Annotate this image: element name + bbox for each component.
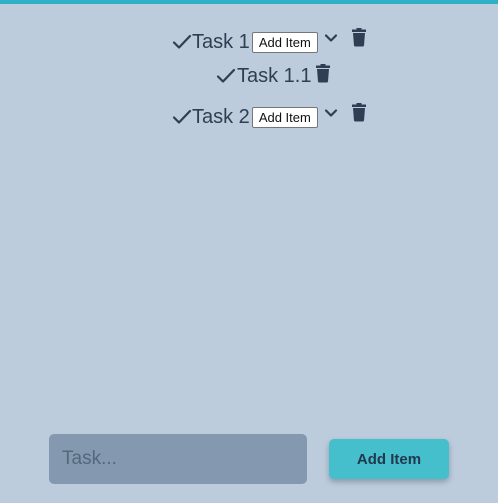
- chevron-down-icon[interactable]: [323, 30, 339, 46]
- task-label: Task 2: [192, 106, 250, 128]
- task-item: Task 1 Add Item: [172, 28, 367, 56]
- task-label: Task 1: [192, 31, 250, 53]
- trash-icon[interactable]: [351, 27, 367, 47]
- trash-icon[interactable]: [351, 102, 367, 122]
- add-subitem-button[interactable]: Add Item: [251, 106, 318, 128]
- task-item: Task 2 Add Item: [172, 103, 367, 131]
- subtask-item: Task 1.1: [216, 62, 331, 90]
- check-icon[interactable]: [172, 32, 192, 52]
- subtask-label: Task 1.1: [237, 65, 312, 87]
- task-input[interactable]: [49, 434, 307, 484]
- add-item-button[interactable]: Add Item: [329, 439, 449, 479]
- top-accent-bar: [0, 0, 498, 4]
- trash-icon[interactable]: [315, 63, 331, 83]
- chevron-down-icon[interactable]: [323, 105, 339, 121]
- add-subitem-button[interactable]: Add Item: [251, 31, 318, 53]
- check-icon[interactable]: [172, 107, 192, 127]
- check-icon[interactable]: [216, 66, 236, 86]
